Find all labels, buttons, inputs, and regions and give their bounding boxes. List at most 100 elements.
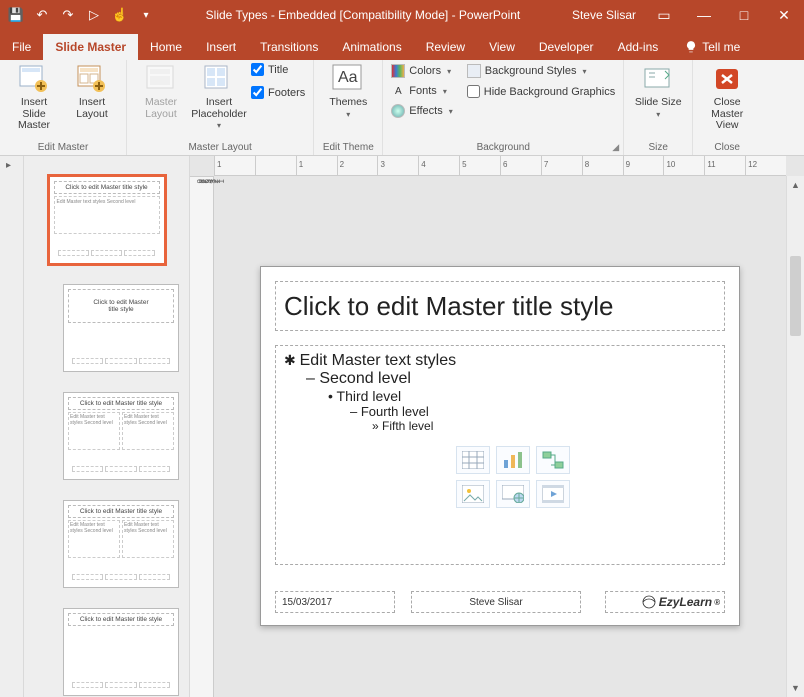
body-placeholder[interactable]: Edit Master text styles Second level Thi… — [275, 345, 725, 565]
themes-label: Themes — [329, 97, 367, 109]
edit-area: 1123456789101112 1123456789 ▲ ▼ Click to… — [190, 156, 804, 697]
thumbnail-layout-4[interactable]: Click to edit Master title style — [63, 608, 179, 696]
hide-bg-checkbox-input[interactable] — [467, 85, 480, 98]
group-label-edit-master: Edit Master — [8, 142, 118, 155]
tab-transitions[interactable]: Transitions — [248, 34, 330, 60]
body-level3-text: Third level — [337, 388, 402, 404]
close-master-view-button[interactable]: Close Master View — [701, 63, 753, 132]
tab-insert[interactable]: Insert — [194, 34, 248, 60]
slide-canvas-viewport[interactable]: Click to edit Master title style Edit Ma… — [214, 176, 786, 697]
thumb-body: Edit Master text styles Second level — [54, 196, 160, 234]
group-edit-master: Insert Slide Master Insert Layout Edit M… — [0, 60, 127, 155]
insert-layout-button[interactable]: Insert Layout — [66, 63, 118, 120]
slide-thumbnails-panel[interactable]: Click to edit Master title style Edit Ma… — [24, 156, 190, 697]
chevron-down-icon: ▾ — [217, 122, 221, 131]
background-dialog-launcher-icon[interactable]: ◢ — [612, 142, 619, 153]
group-master-layout: Master Layout Insert Placeholder ▾ Title… — [127, 60, 314, 155]
tab-view[interactable]: View — [477, 34, 527, 60]
thumb-two-content: Edit Master text styles Second levelEdit… — [68, 520, 174, 558]
group-label-close: Close — [701, 142, 753, 155]
scroll-up-icon[interactable]: ▲ — [787, 176, 804, 194]
title-placeholder-text: Click to edit Master title style — [284, 291, 613, 322]
collapse-triangle-icon[interactable]: ▸ — [6, 160, 11, 171]
tab-addins[interactable]: Add-ins — [606, 34, 671, 60]
group-label-background: Background◢ — [391, 142, 615, 155]
themes-button[interactable]: Aa Themes ▾ — [322, 63, 374, 119]
footer-placeholder[interactable]: Steve Slisar — [411, 591, 581, 613]
save-icon[interactable]: 💾 — [8, 7, 24, 23]
thumb-title: Click to edit Master title style — [68, 397, 174, 410]
thumb-footers — [72, 574, 170, 580]
thumb-footers — [72, 682, 170, 688]
slide-master-canvas[interactable]: Click to edit Master title style Edit Ma… — [260, 266, 740, 626]
insert-online-picture-icon[interactable] — [496, 480, 530, 508]
vertical-scrollbar[interactable]: ▲ ▼ — [786, 176, 804, 697]
insert-slide-master-button[interactable]: Insert Slide Master — [8, 63, 60, 132]
tell-me-search[interactable]: Tell me — [676, 34, 748, 60]
ribbon: Insert Slide Master Insert Layout Edit M… — [0, 60, 804, 156]
colors-label: Colors — [409, 65, 441, 77]
tab-slide-master[interactable]: Slide Master — [43, 34, 138, 60]
thumbnail-layout-3[interactable]: Click to edit Master title style Edit Ma… — [63, 500, 179, 588]
date-placeholder[interactable]: 15/03/2017 — [275, 591, 395, 613]
insert-placeholder-button[interactable]: Insert Placeholder ▾ — [193, 63, 245, 131]
outline-collapse-strip[interactable]: ▸ — [0, 156, 24, 697]
insert-slide-master-icon — [18, 63, 50, 95]
tab-review[interactable]: Review — [414, 34, 477, 60]
slide-size-button[interactable]: Slide Size ▾ — [632, 63, 684, 119]
effects-icon — [391, 104, 405, 118]
fonts-dropdown[interactable]: A Fonts▾ — [391, 83, 452, 99]
maximize-icon[interactable]: □ — [724, 0, 764, 30]
colors-dropdown[interactable]: Colors▾ — [391, 63, 452, 79]
thumbnail-layout-2[interactable]: Click to edit Master title style Edit Ma… — [63, 392, 179, 480]
start-from-beginning-icon[interactable]: ▷ — [86, 7, 102, 23]
thumbnail-layout-1[interactable]: Click to edit Master title style — [63, 284, 179, 372]
scrollbar-thumb[interactable] — [790, 256, 801, 336]
ribbon-display-options-icon[interactable]: ▭ — [644, 0, 684, 30]
horizontal-ruler[interactable]: 1123456789101112 — [214, 156, 786, 176]
undo-icon[interactable]: ↶ — [34, 7, 50, 23]
thumb-title: Click to edit Master title style — [68, 505, 174, 518]
signed-in-user[interactable]: Steve Slisar — [564, 8, 644, 22]
title-checkbox-input[interactable] — [251, 63, 264, 76]
tab-developer[interactable]: Developer — [527, 34, 606, 60]
thumb-footers — [72, 358, 170, 364]
slide-number-placeholder[interactable]: EzyLearn® — [605, 591, 725, 613]
footers-checkbox-input[interactable] — [251, 86, 264, 99]
ribbon-tabs: File Slide Master Home Insert Transition… — [0, 30, 804, 60]
content-placeholder-icons — [456, 446, 570, 508]
title-checkbox[interactable]: Title — [251, 63, 305, 76]
touch-mode-icon[interactable]: ☝ — [112, 7, 128, 23]
thumbnail-master[interactable]: Click to edit Master title style Edit Ma… — [49, 176, 165, 264]
insert-smartart-icon[interactable] — [536, 446, 570, 474]
close-icon[interactable]: ✕ — [764, 0, 804, 30]
group-label-edit-theme: Edit Theme — [322, 142, 374, 155]
globe-swoosh-icon — [641, 594, 657, 610]
chevron-down-icon: ▾ — [443, 87, 447, 96]
insert-picture-icon[interactable] — [456, 480, 490, 508]
vertical-ruler[interactable]: 1123456789 — [190, 176, 214, 697]
title-placeholder[interactable]: Click to edit Master title style — [275, 281, 725, 331]
footers-checkbox[interactable]: Footers — [251, 86, 305, 99]
slide-size-icon — [642, 63, 674, 95]
qat-customize-icon[interactable]: ▾ — [138, 7, 154, 23]
insert-chart-icon[interactable] — [496, 446, 530, 474]
hide-background-graphics-checkbox[interactable]: Hide Background Graphics — [467, 85, 615, 98]
fonts-icon: A — [391, 84, 405, 98]
redo-icon[interactable]: ↷ — [60, 7, 76, 23]
insert-video-icon[interactable] — [536, 480, 570, 508]
background-styles-label: Background Styles — [485, 65, 577, 77]
group-label-master-layout: Master Layout — [135, 142, 305, 155]
background-styles-dropdown[interactable]: Background Styles▾ — [467, 63, 615, 79]
thumb-title: Click to edit Master title style — [54, 181, 160, 194]
lightbulb-icon — [684, 40, 698, 54]
ezylearn-logo: EzyLearn® — [641, 594, 720, 610]
tab-home[interactable]: Home — [138, 34, 194, 60]
effects-dropdown[interactable]: Effects▾ — [391, 103, 452, 119]
insert-table-icon[interactable] — [456, 446, 490, 474]
master-layout-label: Master Layout — [135, 97, 187, 120]
scroll-down-icon[interactable]: ▼ — [787, 679, 804, 697]
minimize-icon[interactable]: — — [684, 0, 724, 30]
tab-animations[interactable]: Animations — [330, 34, 413, 60]
tab-file[interactable]: File — [0, 34, 43, 60]
